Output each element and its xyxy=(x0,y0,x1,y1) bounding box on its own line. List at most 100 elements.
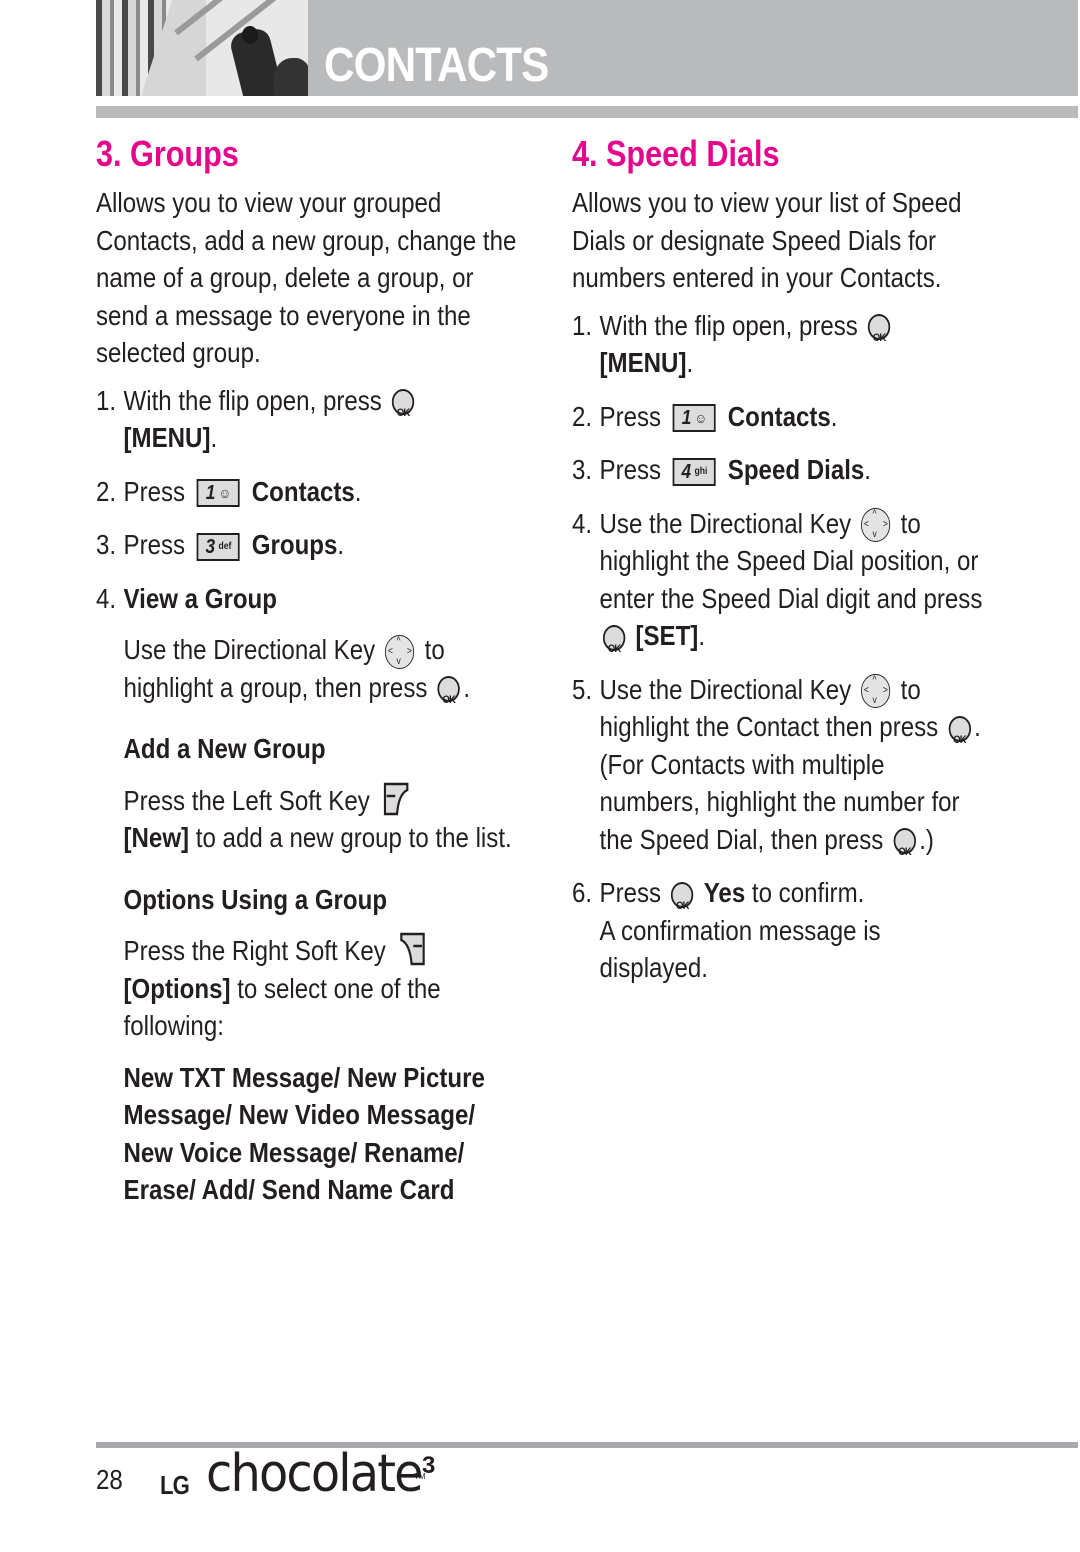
speed-step-2: 2. Press 1 ☺ Contacts. xyxy=(572,398,1002,436)
heading: Add a New Group xyxy=(123,733,326,765)
menu-label: [MENU] xyxy=(599,347,687,378)
key-letters: ghi xyxy=(694,465,708,477)
groups-label: Groups xyxy=(251,529,338,560)
chapter-header: CONTACTS xyxy=(96,0,1078,96)
punct: . xyxy=(337,529,345,560)
step-number: 3. xyxy=(96,529,117,560)
key-digit: 1 xyxy=(681,407,692,430)
confirmation-text: A confirmation message is displayed. xyxy=(599,914,881,984)
punct: . xyxy=(210,422,218,453)
groups-step-4: 4. View a Group xyxy=(96,580,526,618)
speed-dials-section: 4. Speed Dials Allows you to view your l… xyxy=(572,130,1002,987)
speed-dials-label: Speed Dials xyxy=(727,454,865,485)
options-text: Press the Right Soft Key [Options] to se… xyxy=(96,932,526,1045)
view-group-text: Use the Directional Key ^ v < > to highligh… xyxy=(96,631,526,720)
step-number: 2. xyxy=(572,400,593,432)
text: Press the Left Soft Key xyxy=(123,784,370,816)
step-number: 5. xyxy=(572,673,593,705)
contacts-label: Contacts xyxy=(727,400,831,432)
groups-step-3: 3. Press 3 def Groups. xyxy=(96,526,526,564)
step-text: Press xyxy=(599,454,662,485)
directional-key-icon: ^ v < > xyxy=(861,674,891,709)
step-text: to confirm. xyxy=(751,877,865,909)
text: Press the Right Soft Key xyxy=(123,935,386,967)
key-digit: 1 xyxy=(205,482,216,505)
text: Use the Directional Key xyxy=(123,634,376,665)
menu-label: [MENU] xyxy=(123,422,211,453)
heading: Options Using a Group xyxy=(123,883,388,915)
new-label: [New] xyxy=(123,822,190,854)
step-number: 4. xyxy=(572,507,593,539)
speed-dials-intro: Allows you to view your list of Speed Di… xyxy=(572,187,962,293)
directional-key-icon: ^ v < > xyxy=(861,508,891,543)
left-soft-key-icon xyxy=(384,782,409,815)
step-number: 2. xyxy=(96,475,117,507)
speed-dials-title: 4. Speed Dials xyxy=(572,133,780,174)
options-heading: Options Using a Group xyxy=(96,881,526,919)
step-number: 4. xyxy=(96,582,117,614)
key-digit: 4 xyxy=(681,460,692,483)
step-text: Use the Directional Key xyxy=(599,673,852,705)
step-number: 1. xyxy=(572,309,593,341)
set-label: [SET] xyxy=(635,620,699,652)
add-group-heading: Add a New Group xyxy=(96,730,526,768)
punct: . xyxy=(686,347,694,378)
step-text: Press xyxy=(599,877,662,909)
step-number: 1. xyxy=(96,384,117,416)
step-number: 3. xyxy=(572,454,593,485)
page-number: 28 xyxy=(96,1464,123,1495)
brand-lg: LG xyxy=(160,1470,190,1500)
options-label: [Options] xyxy=(123,972,231,1004)
key-4-ghi-icon: 4 ghi xyxy=(672,457,716,486)
punct: . xyxy=(830,400,838,432)
yes-label: Yes xyxy=(703,877,746,909)
key-1-contacts-icon: 1 ☺ xyxy=(196,479,240,508)
groups-intro: Allows you to view your grouped Contacts… xyxy=(96,187,517,368)
key-digit: 3 xyxy=(205,535,216,558)
speed-step-6: 6. Press Yes to confirm. A confirmation … xyxy=(572,874,1002,987)
ok-key-icon xyxy=(391,389,415,433)
speed-step-5: 5. Use the Directional Key ^ v < > to highl… xyxy=(572,671,1002,872)
key-3-def-icon: 3 def xyxy=(196,532,240,561)
key-letters: def xyxy=(218,540,232,552)
header-photo xyxy=(96,0,308,96)
step-number: 6. xyxy=(572,877,593,909)
punct: . xyxy=(354,475,362,507)
step-text: Press xyxy=(599,400,662,432)
step-text: With the flip open, press xyxy=(123,384,382,416)
directional-key-icon: ^ v < > xyxy=(385,634,415,669)
text: to add a new group to the list. xyxy=(195,822,512,854)
options-list: New TXT Message/ New Picture Message/ Ne… xyxy=(96,1059,526,1209)
ok-key-icon xyxy=(602,624,626,668)
groups-step-2: 2. Press 1 ☺ Contacts. xyxy=(96,473,526,511)
ok-key-icon xyxy=(893,828,916,872)
ok-key-icon xyxy=(948,715,971,759)
step-text: Press xyxy=(123,475,186,507)
ok-key-icon xyxy=(437,676,460,720)
brand-version: 3 xyxy=(422,1452,436,1479)
header-divider xyxy=(96,106,1078,118)
step-text: Press xyxy=(123,529,186,560)
groups-section: 3. Groups Allows you to view your groupe… xyxy=(96,130,526,1209)
ok-key-icon xyxy=(867,314,891,358)
punct: . xyxy=(864,454,871,485)
key-1-contacts-icon: 1 ☺ xyxy=(672,404,716,433)
speed-step-3: 3. Press 4 ghi Speed Dials. xyxy=(572,451,1002,489)
brand-name: chocolate xyxy=(206,1444,424,1504)
step-text: Use the Directional Key xyxy=(599,507,852,539)
ok-key-icon xyxy=(671,881,694,925)
options-list-text: New TXT Message/ New Picture Message/ Ne… xyxy=(123,1061,485,1206)
groups-step-1: 1. With the flip open, press [MENU]. xyxy=(96,382,526,457)
contacts-label: Contacts xyxy=(251,475,355,507)
add-group-text: Press the Left Soft Key [New] to add a n… xyxy=(96,782,526,857)
right-soft-key-icon xyxy=(400,932,425,966)
punct: . xyxy=(698,620,706,652)
view-group-heading: View a Group xyxy=(123,582,277,614)
punct: .) xyxy=(919,823,934,855)
step-text: With the flip open, press xyxy=(599,309,858,341)
speed-step-4: 4. Use the Directional Key ^ v < > to highl… xyxy=(572,505,1002,669)
punct: . xyxy=(463,671,471,703)
speed-step-1: 1. With the flip open, press [MENU]. xyxy=(572,307,1002,382)
chapter-title: CONTACTS xyxy=(324,39,549,92)
groups-title: 3. Groups xyxy=(96,133,239,174)
